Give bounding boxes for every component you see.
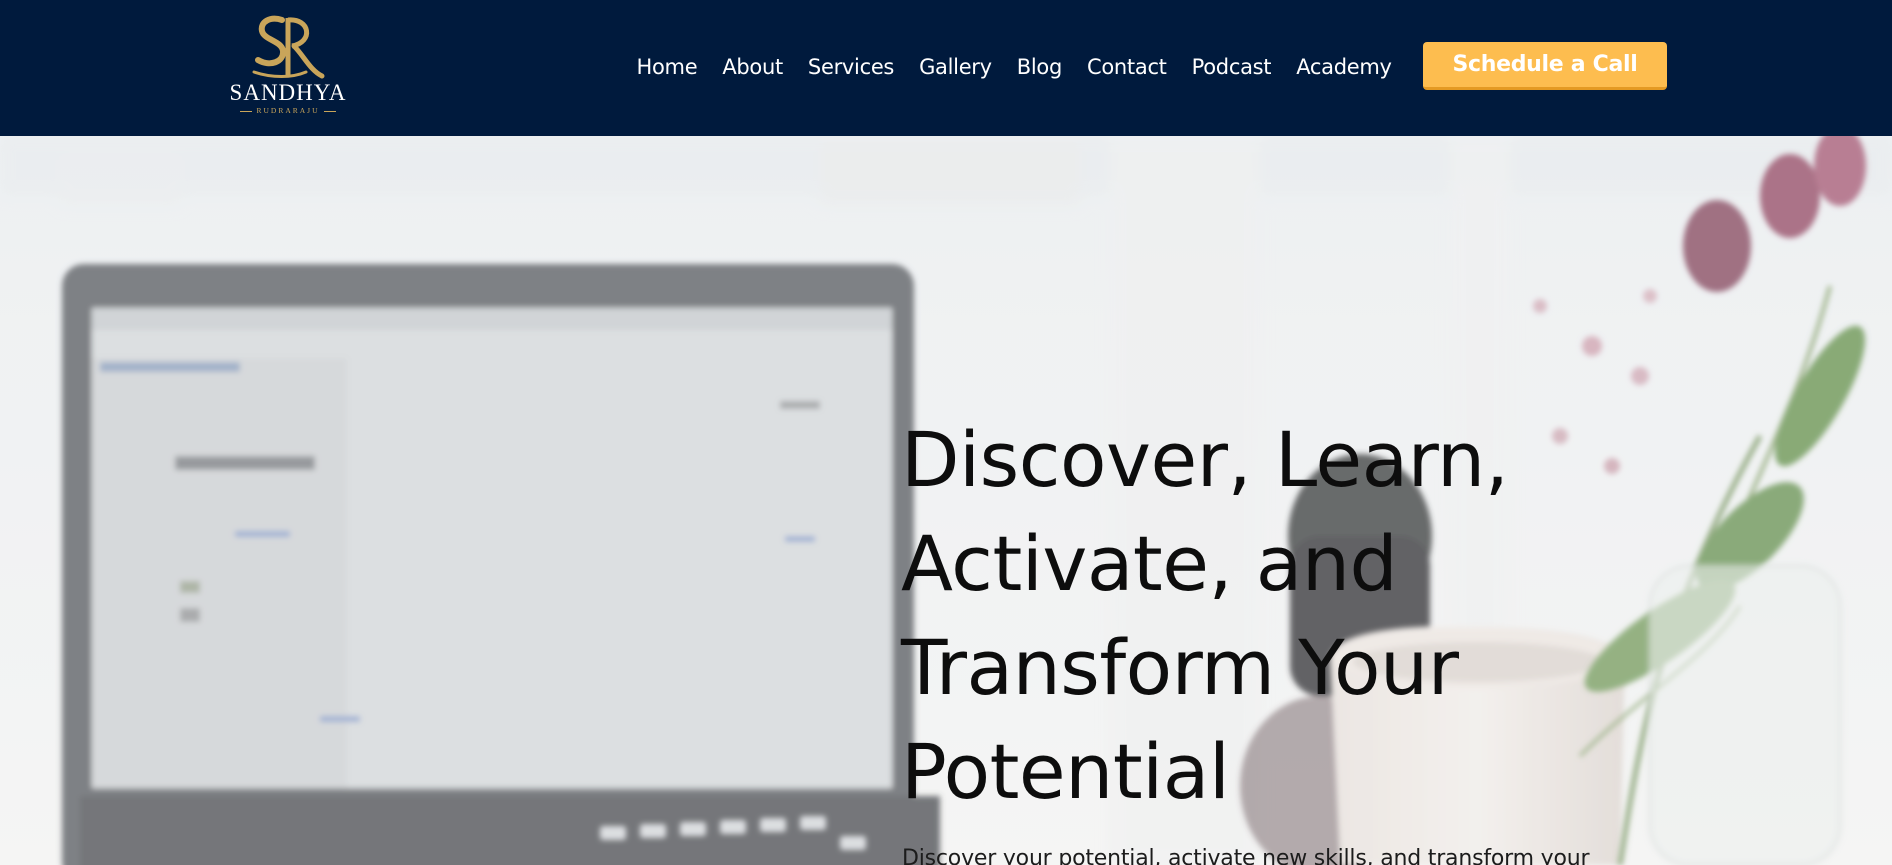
hero-section: Discover, Learn, Activate, and Transform…: [0, 136, 1892, 865]
hero-subtitle: Discover your potential, activate new sk…: [902, 846, 1590, 865]
schedule-call-button[interactable]: Schedule a Call: [1423, 42, 1667, 90]
nav-gallery[interactable]: Gallery: [919, 55, 992, 79]
logo-name: SANDHYA: [229, 80, 347, 105]
logo-subline: RUDRARAJU: [240, 106, 336, 116]
hero-title-line: Discover, Learn,: [901, 415, 1509, 504]
nav-blog[interactable]: Blog: [1017, 55, 1063, 79]
nav-services[interactable]: Services: [808, 55, 894, 79]
nav-about[interactable]: About: [722, 55, 783, 79]
main-nav: Home About Services Gallery Blog Contact…: [624, 43, 1404, 91]
site-header: SANDHYA RUDRARAJU Home About Services Ga…: [0, 0, 1892, 136]
hero-title-line: Activate, and: [901, 519, 1398, 608]
hero-title: Discover, Learn, Activate, and Transform…: [901, 408, 1621, 824]
site-logo[interactable]: SANDHYA RUDRARAJU: [228, 14, 348, 118]
logo-rule-left: [240, 110, 253, 112]
logo-rule-right: [323, 110, 336, 112]
logo-subname: RUDRARAJU: [256, 106, 320, 115]
nav-podcast[interactable]: Podcast: [1192, 55, 1272, 79]
nav-academy[interactable]: Academy: [1296, 55, 1392, 79]
sr-monogram-icon: [252, 15, 325, 79]
hero-title-line: Transform Your: [901, 623, 1459, 712]
nav-contact[interactable]: Contact: [1087, 55, 1167, 79]
nav-home[interactable]: Home: [637, 55, 698, 79]
hero-title-line: Potential: [901, 727, 1230, 816]
